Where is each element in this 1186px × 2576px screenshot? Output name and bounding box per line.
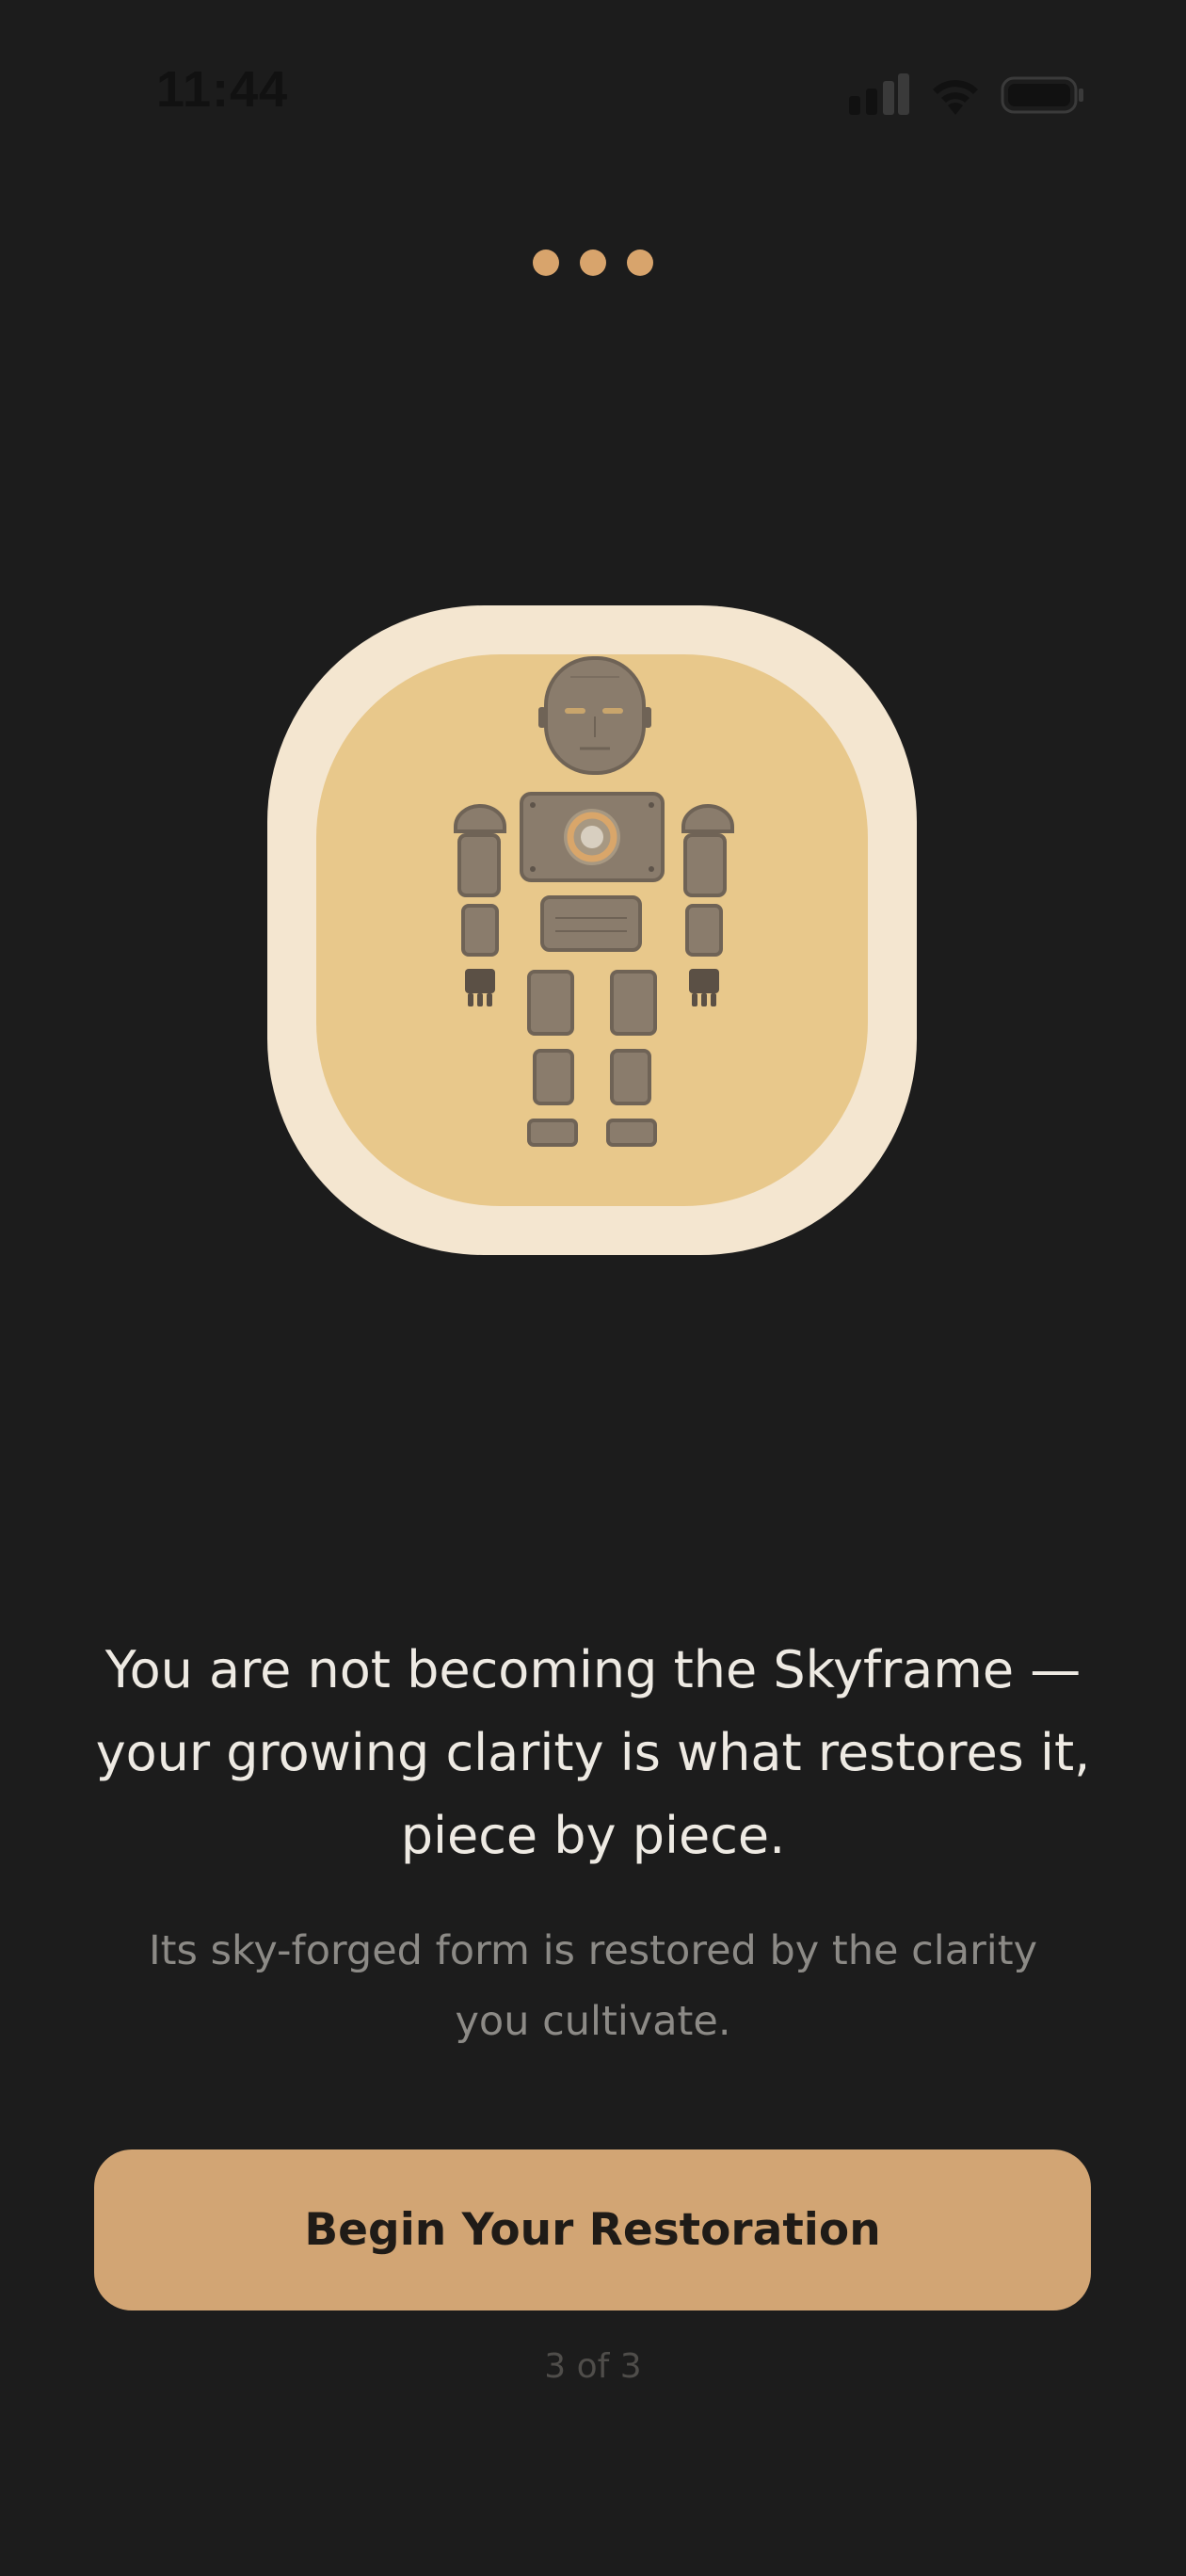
onboarding-subheadline: Its sky-forged form is restored by the c… — [148, 1927, 1038, 2045]
status-icons — [847, 72, 1085, 119]
signal-icon — [847, 72, 909, 119]
status-bar: 11:44 — [0, 0, 1186, 188]
step-indicator: 3 of 3 — [544, 2347, 642, 2386]
onboarding-headline: You are not becoming the Skyframe — your… — [95, 1640, 1091, 1865]
status-time: 11:44 — [156, 61, 289, 118]
page-dot[interactable] — [533, 250, 559, 276]
page-dot-active[interactable] — [627, 250, 653, 276]
page-dot[interactable] — [580, 250, 606, 276]
page-indicator — [527, 250, 659, 280]
skyframe-robot-parts-icon — [267, 605, 917, 1255]
battery-icon — [1001, 72, 1085, 119]
wifi-icon — [927, 72, 984, 119]
begin-restoration-button[interactable]: Begin Your Restoration — [94, 2149, 1091, 2310]
